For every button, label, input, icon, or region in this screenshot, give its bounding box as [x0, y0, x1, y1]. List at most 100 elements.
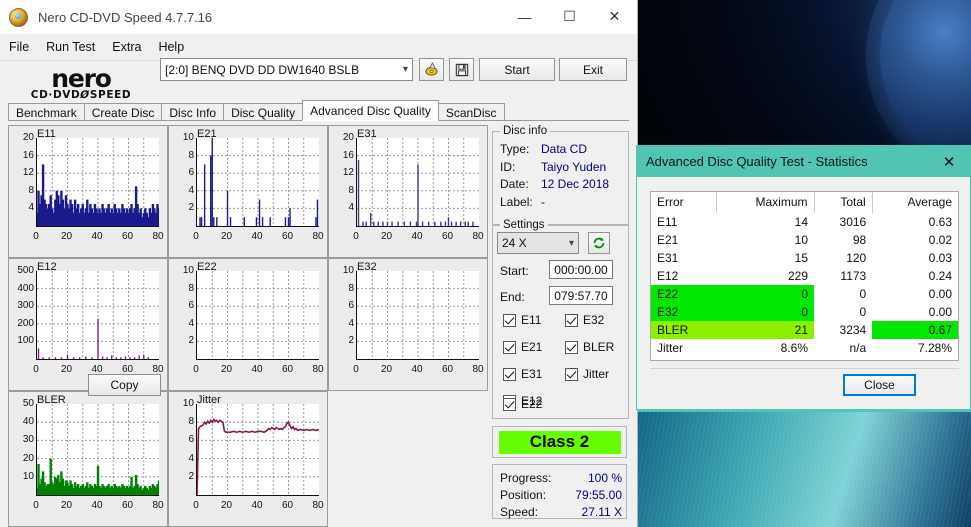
cell-maximum: 0 [716, 303, 815, 321]
chart-ytick: 400 [17, 282, 34, 294]
tab-benchmark[interactable]: Benchmark [8, 103, 85, 121]
logo-sub-right: SPEED [89, 88, 132, 101]
scan-start-input[interactable]: 000:00.00 [549, 260, 613, 279]
drive-select-dropdown[interactable]: [2:0] BENQ DVD DD DW1640 BSLB ▾ [160, 58, 413, 81]
window-titlebar: Nero CD-DVD Speed 4.7.7.16 — ☐ ✕ [0, 0, 637, 34]
menu-bar: File Run Test Extra Help [0, 34, 637, 61]
checkbox-e32[interactable]: E32 [565, 313, 604, 327]
exit-button[interactable]: Exit [559, 58, 627, 81]
close-button[interactable]: Close [843, 374, 916, 396]
cell-total: 3016 [839, 215, 867, 229]
cell-maximum: 8.6% [780, 341, 809, 355]
close-icon[interactable]: ✕ [592, 0, 637, 33]
checkbox-label: E32 [583, 313, 605, 327]
chart-ytick: 12 [22, 167, 34, 179]
start-button[interactable]: Start [479, 58, 555, 81]
tab-advanced-disc-quality[interactable]: Advanced Disc Quality [302, 100, 439, 121]
chevron-down-icon: ▾ [568, 237, 574, 249]
tab-create-disc[interactable]: Create Disc [83, 103, 163, 121]
chart-xtick: 60 [281, 500, 294, 511]
chart-xtick: 80 [152, 231, 164, 242]
close-icon[interactable]: ✕ [928, 146, 970, 177]
chart-xtick: 20 [60, 231, 73, 242]
checkbox-e21[interactable]: E21 [503, 340, 542, 354]
disc-label-value: - [541, 195, 545, 209]
cell-average: 0.24 [928, 269, 952, 283]
checkbox-e31[interactable]: E31 [503, 367, 542, 381]
statistics-table-body: E11 14 3016 0.63 E21 10 98 0.02 E31 15 120 0.03 E12 2… [651, 213, 958, 357]
chart-ytick: 200 [17, 317, 34, 329]
disc-type-value: Data CD [541, 142, 588, 156]
eject-disc-icon [425, 62, 438, 76]
cell-error: E12 [657, 269, 679, 283]
menu-file[interactable]: File [9, 40, 29, 54]
minimize-icon[interactable]: — [502, 0, 547, 33]
statistics-table-wrap: Error Maximum Total Average E11 14 3016 0.6… [650, 191, 959, 361]
chart-plot-e22 [196, 271, 319, 360]
checkbox-checked-icon [565, 367, 578, 381]
nero-logo-subtitle: CD·DVDØSPEED [16, 88, 146, 101]
drive-select-value: [2:0] BENQ DVD DD DW1640 BSLB [165, 62, 360, 77]
chart-svg [357, 138, 479, 226]
chart-xtick: 60 [441, 231, 454, 242]
chart-plot-e21 [196, 138, 319, 227]
checkbox-e22[interactable]: E22 [503, 397, 542, 411]
statistics-dialog: Advanced Disc Quality Test - Statistics … [636, 145, 971, 410]
cell-error: E22 [651, 285, 717, 303]
menu-run-test[interactable]: Run Test [46, 40, 95, 54]
chart-ytick: 4 [348, 317, 354, 329]
speed-select-value: 24 X [502, 236, 527, 250]
checkbox-bler[interactable]: BLER [565, 340, 614, 354]
checkbox-e11[interactable]: E11 [503, 313, 541, 327]
chart-ytick: 2 [188, 202, 194, 214]
position-label: Position: [500, 488, 547, 502]
save-results-button[interactable] [449, 58, 474, 81]
checkbox-label: BLER [583, 340, 615, 354]
chart-ytick: 50 [22, 398, 34, 409]
cell-total: 3234 [839, 323, 867, 337]
cell-error: E11 [657, 215, 678, 229]
scan-end-input[interactable]: 079:57.70 [549, 286, 613, 305]
chart-xtick: 60 [441, 364, 454, 375]
chart-xtick: 80 [472, 364, 484, 375]
chart-ytick: 4 [188, 184, 194, 196]
settings-caption: Settings [500, 219, 548, 231]
chart-xtick: 0 [33, 500, 39, 511]
cell-average: 7.28% [917, 341, 952, 355]
menu-help[interactable]: Help [158, 40, 184, 54]
checkbox-jitter[interactable]: Jitter [565, 367, 609, 381]
scan-end-label: End: [500, 290, 525, 304]
refresh-button[interactable] [588, 232, 610, 254]
chart-xtick: 20 [60, 364, 73, 375]
chart-xtick: 40 [91, 500, 103, 511]
chart-xtick: 0 [353, 231, 359, 242]
chart-xtick: 40 [251, 231, 263, 242]
maximize-icon[interactable]: ☐ [547, 0, 592, 33]
cell-error: BLER [651, 321, 717, 339]
speed-select-dropdown[interactable]: 24 X ▾ [497, 232, 579, 254]
checkbox-label: E31 [521, 367, 543, 381]
cell-total: 0 [859, 287, 867, 301]
col-header-average: Average [907, 195, 952, 209]
cell-total: 120 [846, 251, 867, 265]
copy-button[interactable]: Copy [88, 374, 161, 396]
chart-ytick: 100 [17, 335, 34, 347]
table-row: E31 15 120 0.03 [651, 249, 958, 267]
chart-ytick: 12 [342, 167, 354, 179]
cell-average: 0.03 [928, 251, 952, 265]
chart-xtick: 0 [193, 231, 199, 242]
floppy-save-icon [455, 63, 468, 76]
eject-disc-button[interactable] [419, 58, 444, 81]
scan-start-label: Start: [500, 264, 529, 278]
chart-xtick: 40 [411, 364, 423, 375]
checkbox-checked-icon [565, 340, 578, 354]
tab-scandisc[interactable]: ScanDisc [437, 103, 505, 121]
checkbox-label: E22 [521, 397, 543, 411]
cell-average: 0.63 [928, 215, 952, 229]
menu-extra[interactable]: Extra [112, 40, 141, 54]
chart-ytick: 30 [22, 434, 34, 446]
checkbox-checked-icon [565, 313, 578, 327]
tab-disc-info[interactable]: Disc Info [161, 103, 225, 121]
chart-plot-e32 [356, 271, 479, 360]
tab-disc-quality[interactable]: Disc Quality [223, 103, 304, 121]
